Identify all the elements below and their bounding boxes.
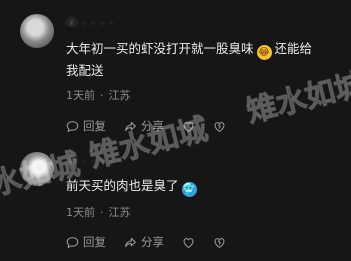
share-label: 分享 [141,119,164,133]
share-label: 分享 [141,235,164,249]
share-button[interactable]: 分享 [124,118,164,134]
comment-text-part: 前天买的肉也是臭了 [66,178,179,193]
user-avatar[interactable] [20,152,54,186]
heart-icon [183,121,194,132]
heart-icon [183,237,194,248]
dislike-button[interactable] [213,120,230,133]
broken-heart-icon [214,121,225,132]
dislike-button[interactable] [213,236,230,249]
comment-meta: 1天前 · 江苏 [66,89,131,102]
share-arrow-icon [125,237,136,247]
share-arrow-icon [125,121,136,131]
comment-time: 1天前 [66,89,95,102]
laugh-cry-emoji-icon: 😂 [256,45,272,60]
freezing-face-emoji-icon: 🥶 [181,182,197,197]
reply-label: 回复 [83,119,106,133]
comment-actions: 回复 分享 [66,234,244,250]
comment-username[interactable]: ⓖ · · · · [66,15,206,26]
reply-label: 回复 [83,235,106,249]
comment-text: 大年初一买的虾没打开就一股臭味 😂 还能给 我配送 [66,38,326,82]
comment-username[interactable]: ⓖ · · · · · [66,153,206,164]
user-avatar[interactable] [20,14,54,48]
comment-time: 1天前 [66,206,95,219]
comment-item: ⓖ · · · · · 前天买的肉也是臭了 🥶 1天前 · 江苏 回复 分享 [0,142,351,261]
comment-text-part: 我配送 [66,63,104,78]
like-button[interactable] [182,236,199,249]
comment-text: 前天买的肉也是臭了 🥶 [66,175,326,197]
comment-location: 江苏 [108,89,131,102]
comment-meta: 1天前 · 江苏 [66,206,131,219]
reply-button[interactable]: 回复 [66,118,106,134]
like-button[interactable] [182,120,199,133]
comment-bubble-icon [66,120,79,132]
comment-item: ⓖ · · · · 大年初一买的虾没打开就一股臭味 😂 还能给 我配送 1天前 · 江苏… [0,0,351,138]
broken-heart-icon [214,237,225,248]
share-button[interactable]: 分享 [124,234,164,250]
reply-button[interactable]: 回复 [66,234,106,250]
comment-text-part: 还能给 [274,41,313,56]
comment-location: 江苏 [108,206,131,219]
comment-text-part: 大年初一买的虾没打开就一股臭味 [66,41,254,56]
comment-actions: 回复 分享 [66,118,244,134]
comment-bubble-icon [66,236,79,248]
